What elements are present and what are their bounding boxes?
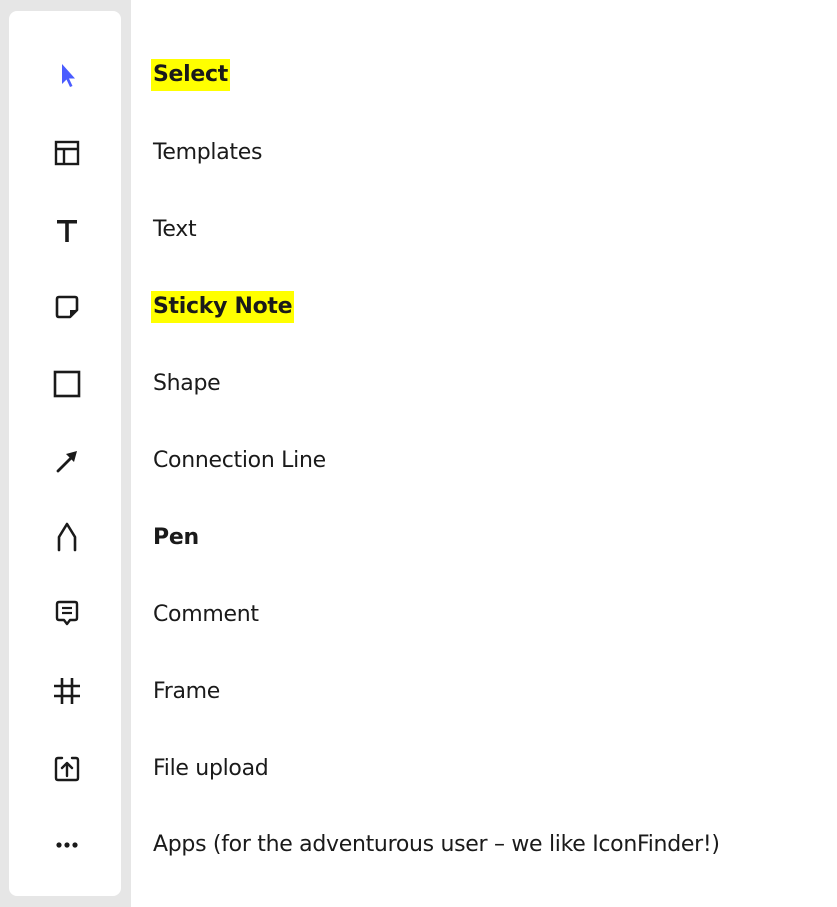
tool-label-frame: Frame [153,679,221,704]
templates-layout-icon[interactable] [48,134,86,172]
more-dots-icon[interactable] [48,826,86,864]
comment-icon[interactable] [48,595,86,633]
tool-label-sticky-note: Sticky Note [151,291,295,323]
tool-label-comment: Comment [153,602,259,627]
pen-icon[interactable] [48,518,86,556]
square-shape-icon[interactable] [48,365,86,403]
arrow-line-icon[interactable] [48,442,86,480]
cursor-arrow-icon[interactable] [48,56,86,94]
tool-label-pen: Pen [153,525,199,550]
file-upload-icon[interactable] [48,750,86,788]
tool-label-select: Select [151,59,230,91]
tool-label-templates: Templates [153,140,263,165]
tool-label-connection-line: Connection Line [153,448,326,473]
tool-label-text: Text [153,217,197,242]
tool-label-shape: Shape [153,371,221,396]
frame-icon[interactable] [48,672,86,710]
tool-label-apps: Apps (for the adventurous user – we like… [153,832,720,857]
sticky-note-icon[interactable] [48,288,86,326]
text-t-icon[interactable] [48,211,86,249]
tool-label-file-upload: File upload [153,756,269,781]
